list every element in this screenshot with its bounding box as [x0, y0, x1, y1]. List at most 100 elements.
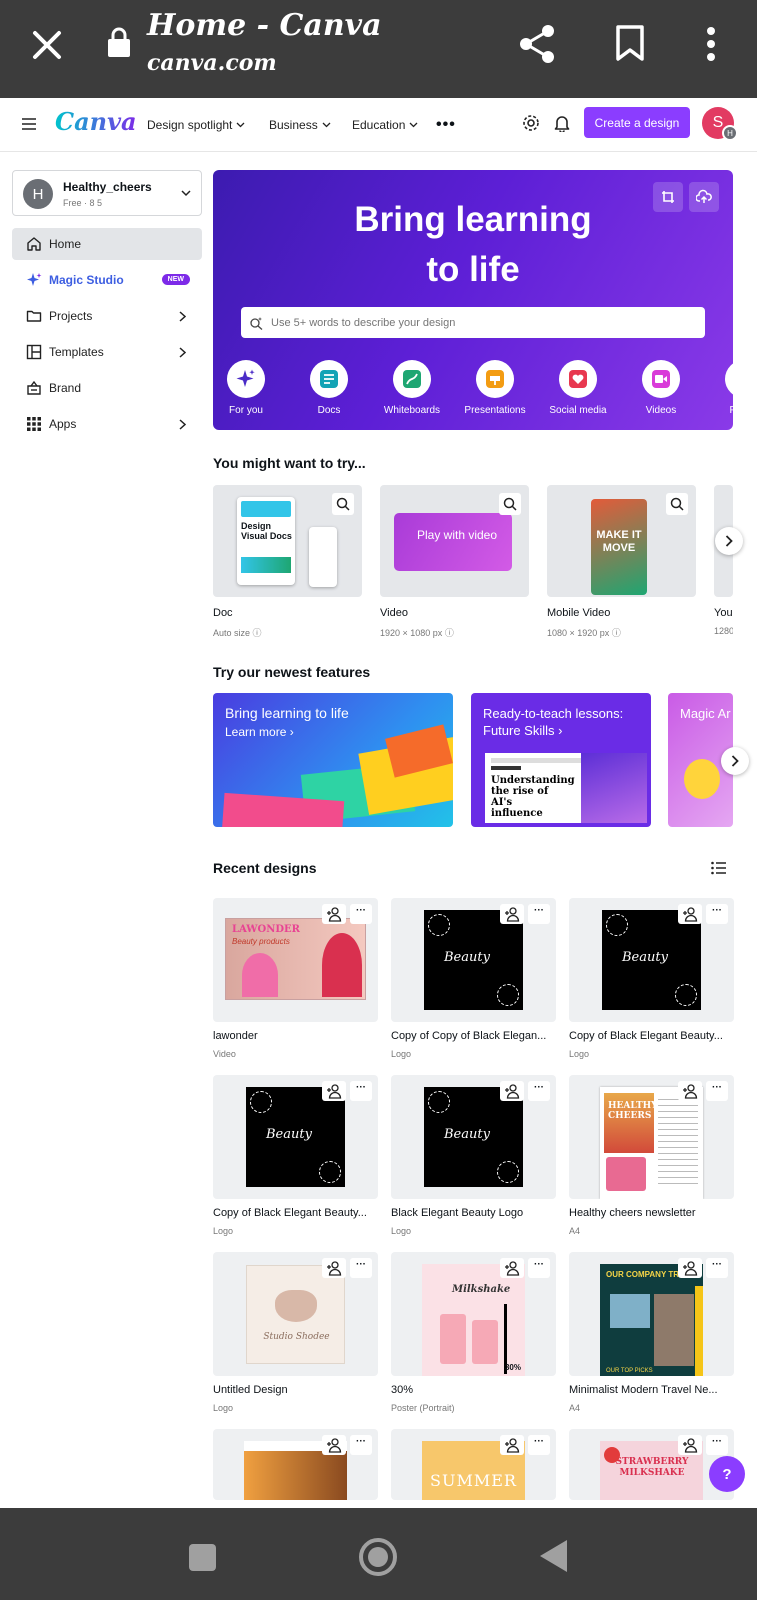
- search-icon: [503, 497, 517, 511]
- share-collaborate-button[interactable]: [322, 1081, 346, 1101]
- design-more-button[interactable]: ···: [706, 1081, 728, 1101]
- nav-education[interactable]: Education: [352, 118, 418, 132]
- recent-design-title[interactable]: Copy of Copy of Black Elegan...: [391, 1030, 556, 1042]
- share-collaborate-button[interactable]: [678, 1258, 702, 1278]
- design-more-button[interactable]: ···: [528, 1258, 550, 1278]
- recent-design-title[interactable]: Healthy cheers newsletter: [569, 1207, 734, 1219]
- thumb-sub: 30%: [504, 1363, 521, 1372]
- close-icon[interactable]: [30, 28, 64, 62]
- nav-design-spotlight[interactable]: Design spotlight: [147, 118, 245, 132]
- recent-design-card[interactable]: HEALTHY CHEERS ···: [569, 1075, 734, 1199]
- category-videos[interactable]: Videos: [621, 360, 701, 416]
- try-card-video[interactable]: Play with video: [380, 485, 529, 597]
- share-icon[interactable]: [518, 24, 556, 64]
- try-card-sub-text: 1920 × 1080 px: [380, 628, 443, 638]
- category-print[interactable]: Print p: [704, 360, 733, 416]
- sidebar-item-brand[interactable]: Brand: [12, 372, 202, 404]
- preview-button[interactable]: [666, 493, 688, 515]
- list-view-icon[interactable]: [711, 861, 727, 875]
- collaborate-icon: [683, 1084, 698, 1099]
- category-docs[interactable]: Docs: [289, 360, 369, 416]
- bookmark-icon[interactable]: [615, 24, 645, 62]
- sidebar-item-projects[interactable]: Projects: [12, 300, 202, 332]
- try-card-doc[interactable]: Design Visual Docs: [213, 485, 362, 597]
- bell-icon[interactable]: [554, 114, 570, 132]
- design-more-button[interactable]: ···: [706, 904, 728, 924]
- avatar[interactable]: SH: [702, 107, 738, 141]
- sparkle-icon: [27, 273, 42, 286]
- category-whiteboards[interactable]: Whiteboards: [372, 360, 452, 416]
- category-social-media[interactable]: Social media: [538, 360, 618, 416]
- design-more-button[interactable]: ···: [528, 1435, 550, 1455]
- share-collaborate-button[interactable]: [322, 1435, 346, 1455]
- try-next-arrow[interactable]: [715, 527, 743, 555]
- recent-design-card[interactable]: Beauty ···: [391, 898, 556, 1022]
- recent-design-type: Logo: [391, 1226, 412, 1236]
- recent-design-card[interactable]: STRAWBERRY MILKSHAKE ···: [569, 1429, 734, 1500]
- category-presentations[interactable]: Presentations: [455, 360, 535, 416]
- try-card-mobile-video[interactable]: MAKE IT MOVE: [547, 485, 696, 597]
- create-design-button[interactable]: Create a design: [584, 107, 690, 138]
- more-vertical-icon[interactable]: [704, 26, 718, 62]
- recent-design-card[interactable]: Studio Shodee ···: [213, 1252, 378, 1376]
- recent-design-title[interactable]: 30%: [391, 1384, 556, 1396]
- hero-search-bar[interactable]: [241, 307, 705, 338]
- share-collaborate-button[interactable]: [500, 904, 524, 924]
- hamburger-icon[interactable]: [22, 118, 36, 130]
- feature-title: Magic Ar: [680, 706, 731, 721]
- design-more-button[interactable]: ···: [350, 1258, 372, 1278]
- recent-design-card[interactable]: LAWONDER Beauty products ···: [213, 898, 378, 1022]
- team-switcher[interactable]: H Healthy_cheers Free · 8 5: [12, 170, 202, 216]
- design-more-button[interactable]: ···: [528, 1081, 550, 1101]
- preview-button[interactable]: [499, 493, 521, 515]
- design-more-button[interactable]: ···: [706, 1258, 728, 1278]
- recent-design-title[interactable]: Minimalist Modern Travel Ne...: [569, 1384, 734, 1396]
- canva-logo[interactable]: Canva: [55, 107, 137, 136]
- recent-apps-icon[interactable]: [189, 1544, 216, 1571]
- recent-design-card[interactable]: ···: [213, 1429, 378, 1500]
- category-for-you[interactable]: For you: [213, 360, 286, 416]
- design-more-button[interactable]: ···: [528, 904, 550, 924]
- recent-design-title[interactable]: lawonder: [213, 1030, 378, 1042]
- recent-design-title[interactable]: Copy of Black Elegant Beauty...: [213, 1207, 378, 1219]
- chevron-down-icon: [181, 190, 191, 197]
- recent-design-card[interactable]: Beauty ···: [213, 1075, 378, 1199]
- back-icon[interactable]: [540, 1540, 567, 1572]
- preview-button[interactable]: [332, 493, 354, 515]
- share-collaborate-button[interactable]: [500, 1258, 524, 1278]
- nav-more-button[interactable]: •••: [436, 116, 456, 134]
- design-more-button[interactable]: ···: [706, 1435, 728, 1455]
- recent-design-card[interactable]: OUR COMPANY TRAVEL OUR TOP PICKS ···: [569, 1252, 734, 1376]
- share-collaborate-button[interactable]: [322, 1258, 346, 1278]
- share-collaborate-button[interactable]: [678, 1081, 702, 1101]
- share-collaborate-button[interactable]: [678, 904, 702, 924]
- hero-search-input[interactable]: [271, 316, 671, 329]
- design-more-button[interactable]: ···: [350, 1435, 372, 1455]
- sidebar-item-apps[interactable]: Apps: [12, 408, 202, 440]
- share-collaborate-button[interactable]: [322, 904, 346, 924]
- collaborate-icon: [683, 1261, 698, 1276]
- recent-design-title[interactable]: Black Elegant Beauty Logo: [391, 1207, 556, 1219]
- home-nav-icon[interactable]: [359, 1538, 397, 1576]
- sidebar-item-home[interactable]: Home: [12, 228, 202, 260]
- sidebar-item-templates[interactable]: Templates: [12, 336, 202, 368]
- features-next-arrow[interactable]: [721, 747, 749, 775]
- feature-card-learning[interactable]: Bring learning to life Learn more ›: [213, 693, 453, 827]
- recent-design-card[interactable]: SUMMER ···: [391, 1429, 556, 1500]
- share-collaborate-button[interactable]: [500, 1435, 524, 1455]
- share-collaborate-button[interactable]: [500, 1081, 524, 1101]
- help-button[interactable]: ?: [709, 1456, 745, 1492]
- design-more-button[interactable]: ···: [350, 1081, 372, 1101]
- design-more-button[interactable]: ···: [350, 904, 372, 924]
- learn-more-link[interactable]: Learn more ›: [225, 724, 349, 741]
- share-collaborate-button[interactable]: [678, 1435, 702, 1455]
- recent-design-title[interactable]: Copy of Black Elegant Beauty...: [569, 1030, 734, 1042]
- feature-card-lessons[interactable]: Ready-to-teach lessons: Future Skills › …: [471, 693, 651, 827]
- recent-design-card[interactable]: Beauty ···: [569, 898, 734, 1022]
- gear-icon[interactable]: [522, 114, 540, 132]
- recent-design-card[interactable]: Milkshake 30% ···: [391, 1252, 556, 1376]
- recent-design-card[interactable]: Beauty ···: [391, 1075, 556, 1199]
- sidebar-item-magic-studio[interactable]: Magic Studio NEW: [12, 264, 202, 296]
- nav-business[interactable]: Business: [269, 118, 331, 132]
- recent-design-title[interactable]: Untitled Design: [213, 1384, 378, 1396]
